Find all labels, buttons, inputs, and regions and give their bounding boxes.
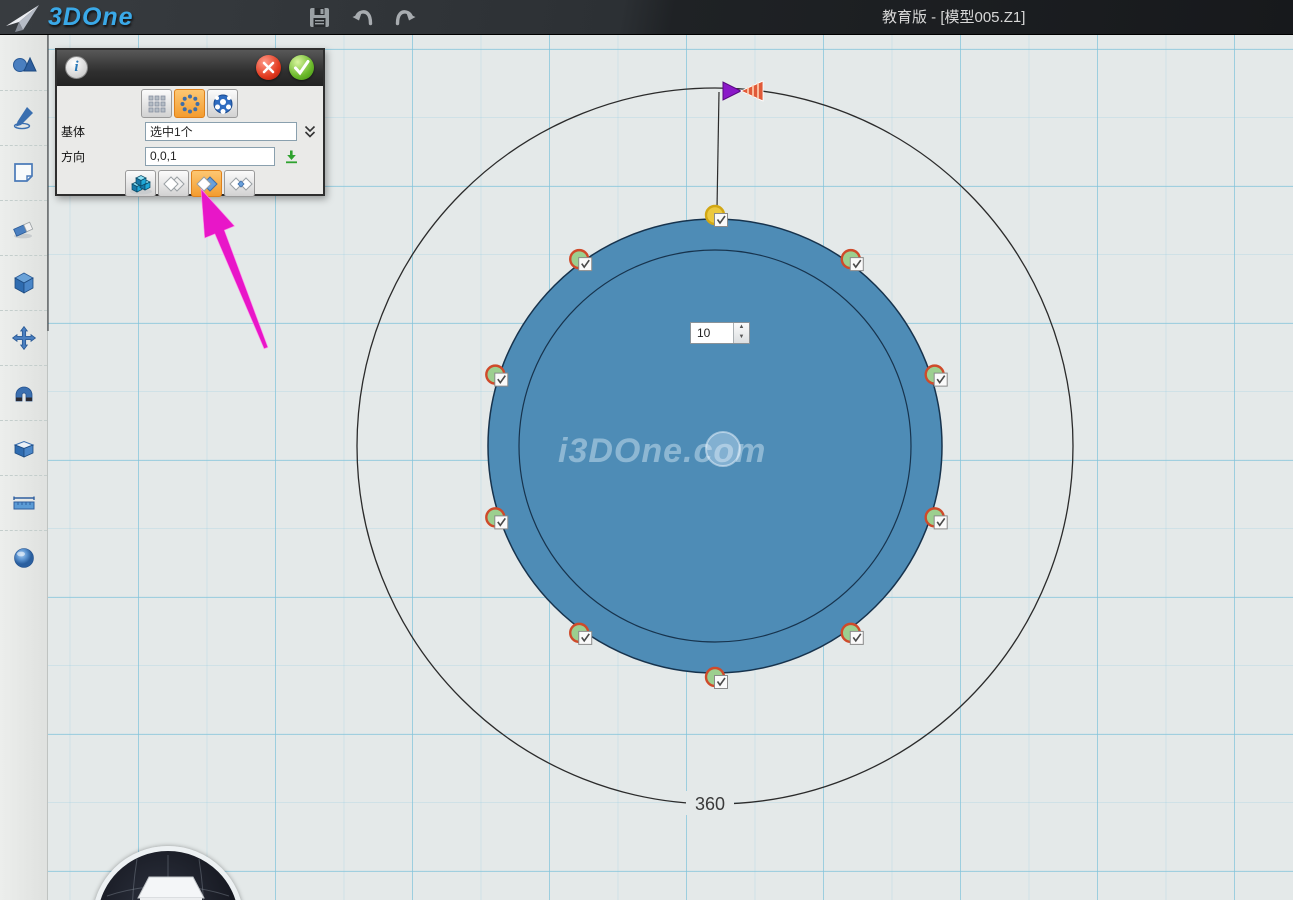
sidebar-item-assembly-box[interactable] bbox=[0, 420, 47, 475]
undo-icon[interactable] bbox=[351, 6, 375, 30]
pattern-type-tabs bbox=[141, 89, 323, 118]
diamond-points-icon bbox=[227, 173, 253, 195]
magnet-icon bbox=[11, 380, 37, 406]
eraser-icon bbox=[11, 215, 37, 241]
title-bar: 3DOne 教育版 - [模型005.Z1] bbox=[0, 0, 1293, 35]
sidebar-item-primitives[interactable] bbox=[0, 35, 47, 90]
stacked-cubes-icon bbox=[128, 173, 154, 195]
sidebar-item-dimension[interactable] bbox=[0, 475, 47, 530]
base-field-input[interactable] bbox=[145, 122, 297, 141]
open-box-icon bbox=[11, 435, 37, 461]
circular-pattern-dialog: i bbox=[55, 48, 325, 196]
spinner-up-icon[interactable]: ▲ bbox=[734, 323, 749, 333]
option-stacked-cubes[interactable] bbox=[125, 170, 156, 197]
primitives-icon bbox=[11, 50, 37, 76]
sketch-pen-icon bbox=[11, 105, 37, 131]
option-diamond-points[interactable] bbox=[224, 170, 255, 197]
sidebar-item-solid-block[interactable] bbox=[0, 255, 47, 310]
info-icon[interactable]: i bbox=[65, 56, 88, 79]
base-field-row: 基体 bbox=[57, 119, 323, 143]
confirm-button[interactable] bbox=[289, 55, 314, 80]
white-blue-diamond-icon bbox=[194, 173, 220, 195]
direction-field-label: 方向 bbox=[61, 148, 145, 165]
redo-icon[interactable] bbox=[393, 6, 417, 30]
app-name: 3DOne bbox=[48, 3, 134, 32]
option-white-blue-diamond[interactable] bbox=[191, 170, 222, 197]
view-cube[interactable] bbox=[92, 846, 244, 900]
spinner-arrows[interactable]: ▲ ▼ bbox=[733, 323, 749, 343]
spherical-pattern-icon bbox=[212, 93, 234, 115]
dimension-ruler-icon bbox=[11, 490, 37, 516]
instance-count-spinner[interactable]: ▲ ▼ bbox=[690, 322, 750, 344]
close-icon bbox=[256, 55, 281, 80]
app-logo: 3DOne bbox=[0, 1, 134, 34]
tab-linear-pattern[interactable] bbox=[141, 89, 172, 118]
tool-sidebar bbox=[0, 35, 48, 900]
document-title: 教育版 - [模型005.Z1] bbox=[882, 0, 1025, 35]
expand-chevron-icon[interactable] bbox=[303, 124, 317, 139]
sidebar-item-sketch-plane[interactable] bbox=[0, 145, 47, 200]
cancel-button[interactable] bbox=[256, 55, 281, 80]
move-arrows-icon bbox=[11, 325, 37, 351]
cube-icon bbox=[11, 270, 37, 296]
dialog-header: i bbox=[57, 50, 323, 86]
model-disc[interactable] bbox=[488, 219, 942, 673]
direction-field-row: 方向 bbox=[57, 144, 323, 168]
view-cube-graphic bbox=[97, 851, 239, 900]
two-white-diamonds-icon bbox=[161, 173, 187, 195]
tab-spherical-pattern[interactable] bbox=[207, 89, 238, 118]
sidebar-item-magnet-snap[interactable] bbox=[0, 365, 47, 420]
sphere-icon bbox=[11, 545, 37, 571]
option-two-white-diamonds[interactable] bbox=[158, 170, 189, 197]
sidebar-item-sketch[interactable] bbox=[0, 90, 47, 145]
pattern-options bbox=[125, 170, 323, 197]
check-icon bbox=[289, 55, 314, 80]
tab-circular-pattern[interactable] bbox=[174, 89, 205, 118]
sidebar-item-move[interactable] bbox=[0, 310, 47, 365]
spinner-down-icon[interactable]: ▼ bbox=[734, 333, 749, 343]
linear-pattern-icon bbox=[146, 93, 168, 115]
pick-direction-icon[interactable] bbox=[284, 149, 299, 164]
canvas-edge-divider bbox=[47, 35, 49, 331]
paper-plane-icon bbox=[4, 1, 42, 34]
direction-field-input[interactable] bbox=[145, 147, 275, 166]
save-icon[interactable] bbox=[308, 6, 332, 30]
circular-pattern-icon bbox=[179, 93, 201, 115]
sidebar-item-eraser[interactable] bbox=[0, 200, 47, 255]
sidebar-item-material-sphere[interactable] bbox=[0, 530, 47, 585]
base-field-label: 基体 bbox=[61, 123, 145, 140]
instance-count-input[interactable] bbox=[691, 323, 733, 343]
sketch-plane-icon bbox=[11, 160, 37, 186]
